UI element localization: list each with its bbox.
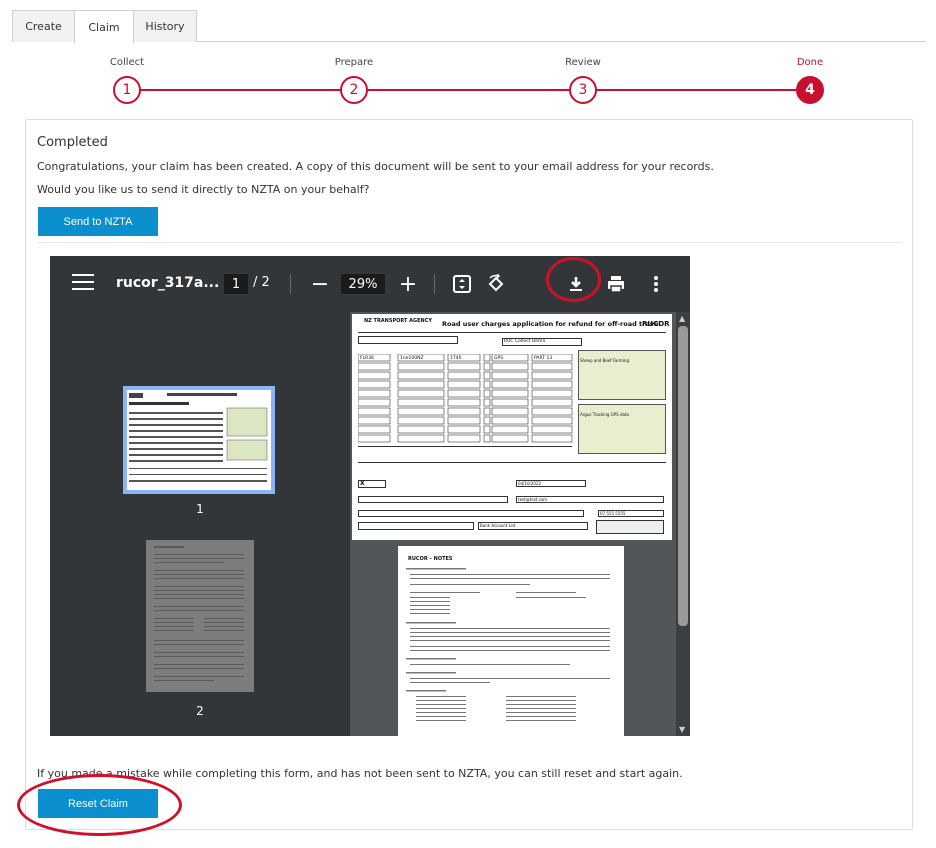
scroll-up-icon[interactable]: ▲	[679, 314, 685, 323]
page2-title: RUCOR – NOTES	[408, 556, 453, 562]
step-circle-3: 3	[569, 76, 597, 104]
bank-value: Bank Account List	[480, 523, 516, 528]
reset-message: If you made a mistake while completing t…	[37, 767, 683, 780]
notes-text-block	[406, 568, 610, 721]
step-connector	[127, 89, 354, 91]
reset-claim-button[interactable]: Reset Claim	[38, 789, 158, 818]
claim-table-grid	[358, 354, 573, 447]
pdf-filename: rucor_317a...	[116, 275, 220, 291]
rotate-icon[interactable]	[484, 272, 508, 296]
step-label-collect: Collect	[109, 57, 145, 68]
records-value: Argus Tracking GPS data	[580, 412, 629, 417]
document-title: Road user charges application for refund…	[442, 320, 661, 328]
fit-page-icon[interactable]	[450, 272, 474, 296]
zoom-input[interactable]: 29%	[341, 274, 385, 294]
step-label-done: Done	[796, 57, 824, 68]
page-number-input[interactable]: 1	[224, 274, 248, 294]
applicant-mark: X	[360, 480, 365, 487]
tab-create[interactable]: Create	[12, 10, 75, 42]
page-thumbnail-2[interactable]	[146, 540, 254, 692]
tab-claim[interactable]: Claim	[74, 10, 134, 43]
send-to-nzta-button[interactable]: Send to NZTA	[38, 207, 158, 236]
scroll-down-icon[interactable]: ▼	[679, 725, 685, 734]
plus-icon[interactable]: +	[396, 270, 420, 298]
step-circle-2: 2	[340, 76, 368, 104]
tab-bar: Create Claim History	[12, 10, 926, 43]
toolbar-separator	[290, 274, 291, 294]
step-label-review: Review	[565, 57, 601, 68]
thumbnail-label-2: 2	[196, 704, 204, 718]
send-question: Would you like us to send it directly to…	[37, 183, 370, 196]
step-connector	[583, 89, 811, 91]
thumbnail-sidebar: 1 2	[50, 312, 350, 736]
step-circle-4: 4	[796, 76, 824, 104]
step-circle-1: 1	[113, 76, 141, 104]
download-icon[interactable]	[564, 272, 588, 296]
thumbnail-label-1: 1	[196, 502, 204, 516]
success-message: Congratulations, your claim has been cre…	[37, 160, 714, 173]
describe-value: Sheep and Beef Farming	[580, 358, 629, 363]
agency-logo-text: NZ TRANSPORT AGENCY	[364, 318, 433, 324]
page-thumbnail-1[interactable]	[123, 386, 275, 494]
pdf-viewer[interactable]: rucor_317a... 1 / 2 − 29% + 1 2 NZ TRANS…	[50, 256, 690, 736]
pdf-page-2: RUCOR – NOTES	[398, 546, 624, 736]
document-code: RUCOR	[642, 320, 670, 328]
toolbar-separator	[434, 274, 435, 294]
print-icon[interactable]	[604, 272, 628, 296]
customer-name-value: RUC Collect Demo	[504, 339, 546, 344]
minus-icon[interactable]: −	[308, 270, 332, 298]
date-value: 04/10/2022	[518, 481, 542, 486]
email-value: test@test.com	[518, 497, 548, 502]
divider	[37, 242, 901, 243]
step-label-prepare: Prepare	[334, 57, 374, 68]
pdf-page-1: NZ TRANSPORT AGENCY Road user charges ap…	[352, 314, 672, 540]
phone-value: 07 555 5555	[600, 511, 626, 516]
menu-icon[interactable]	[72, 274, 94, 294]
pdf-scrollbar[interactable]: ▲ ▼	[676, 312, 690, 736]
step-connector	[354, 89, 583, 91]
page-total: / 2	[253, 275, 270, 290]
pdf-toolbar: rucor_317a... 1 / 2 − 29% +	[50, 256, 690, 312]
page-title: Completed	[37, 135, 108, 150]
more-icon[interactable]	[644, 272, 668, 296]
tab-history[interactable]: History	[133, 10, 197, 42]
scrollbar-thumb[interactable]	[678, 326, 688, 626]
